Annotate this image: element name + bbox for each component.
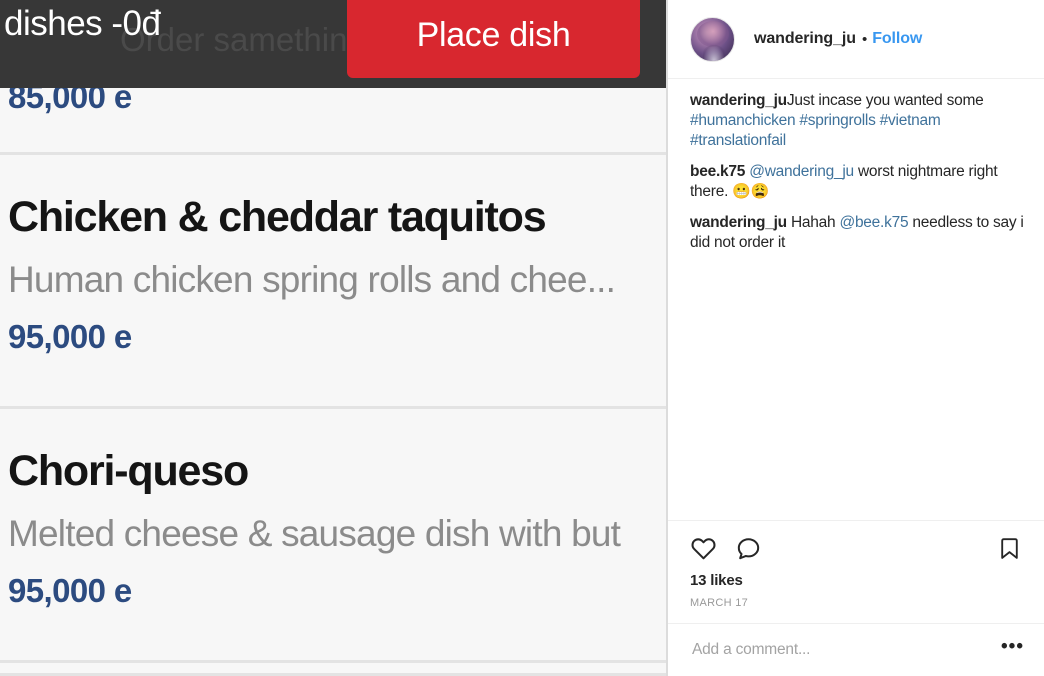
item-title: Chori-queso [8, 447, 249, 495]
more-options-icon[interactable]: ••• [1001, 637, 1024, 657]
comment-author[interactable]: wandering_ju [690, 214, 787, 231]
menu-list-item[interactable]: 85,000 e [0, 88, 666, 155]
follow-button[interactable]: Follow [872, 30, 922, 48]
comment: wandering_ju Hahah @bee.k75 needless to … [690, 213, 1024, 253]
post-date: MARCH 17 [690, 597, 749, 609]
like-count[interactable]: 13 likes [668, 566, 1044, 589]
bookmark-icon[interactable] [997, 535, 1022, 562]
comment-mention[interactable]: @bee.k75 [839, 214, 908, 231]
menu-list-item[interactable]: Chori-queso Melted cheese & sausage dish… [0, 409, 666, 663]
item-price: 95,000 e [8, 570, 666, 612]
page-title: dishes -0đ [4, 4, 161, 43]
comment-text: Just incase you wanted some [786, 92, 984, 109]
item-price: 85,000 e [8, 88, 666, 118]
comment-pretext: Hahah [786, 214, 840, 231]
item-price-value: 85,000 [8, 88, 106, 115]
menu-list-item[interactable] [0, 663, 666, 676]
item-price: 95,000 e [8, 316, 666, 358]
menu-list-item[interactable]: Chicken & cheddar taquitos Human chicken… [0, 155, 666, 409]
item-currency: e [113, 572, 132, 609]
delivery-app-panel: Order samething again dishes -0đ Place d… [0, 0, 668, 676]
avatar[interactable] [690, 16, 735, 62]
screenshot-root: Order samething again dishes -0đ Place d… [0, 0, 1044, 676]
item-currency: e [113, 88, 132, 115]
comment-list: wandering_juJust incase you wanted some … [668, 79, 1044, 253]
comment-emoji: 😬😩 [732, 183, 770, 200]
comment-mention[interactable]: @wandering_ju [749, 163, 854, 180]
caption-comment: wandering_juJust incase you wanted some … [690, 91, 1024, 151]
item-currency: e [113, 318, 132, 355]
post-footer: 13 likes MARCH 17 ••• [668, 520, 1044, 676]
add-comment-row: ••• [668, 623, 1044, 676]
comment-author[interactable]: bee.k75 [690, 163, 745, 180]
item-description: Melted cheese & sausage dish with but [8, 513, 621, 554]
header-separator-dot: • [861, 30, 868, 48]
item-price-value: 95,000 [8, 572, 106, 609]
post-author-username[interactable]: wandering_ju [754, 30, 856, 48]
post-action-bar [668, 520, 1044, 566]
item-title: Chicken & cheddar taquitos [8, 193, 547, 241]
instagram-post-panel: wandering_ju • Follow wandering_juJust i… [668, 0, 1044, 676]
comment-hashtags[interactable]: #humanchicken #springrolls #vietnam #tra… [690, 112, 941, 149]
item-price-value: 95,000 [8, 318, 106, 355]
add-comment-input[interactable] [690, 640, 1002, 660]
item-description: Human chicken spring rolls and chee... [8, 259, 616, 300]
place-dish-button[interactable]: Place dish [347, 0, 640, 78]
post-header: wandering_ju • Follow [668, 0, 1044, 79]
comment: bee.k75 @wandering_ju worst nightmare ri… [690, 162, 1024, 202]
heart-icon[interactable] [690, 535, 717, 562]
app-top-bar: Order samething again dishes -0đ Place d… [0, 0, 666, 88]
menu-item-list: 85,000 e Chicken & cheddar taquitos Huma… [0, 88, 666, 676]
comment-bubble-icon[interactable] [735, 535, 762, 562]
comment-author[interactable]: wandering_ju [690, 92, 787, 109]
